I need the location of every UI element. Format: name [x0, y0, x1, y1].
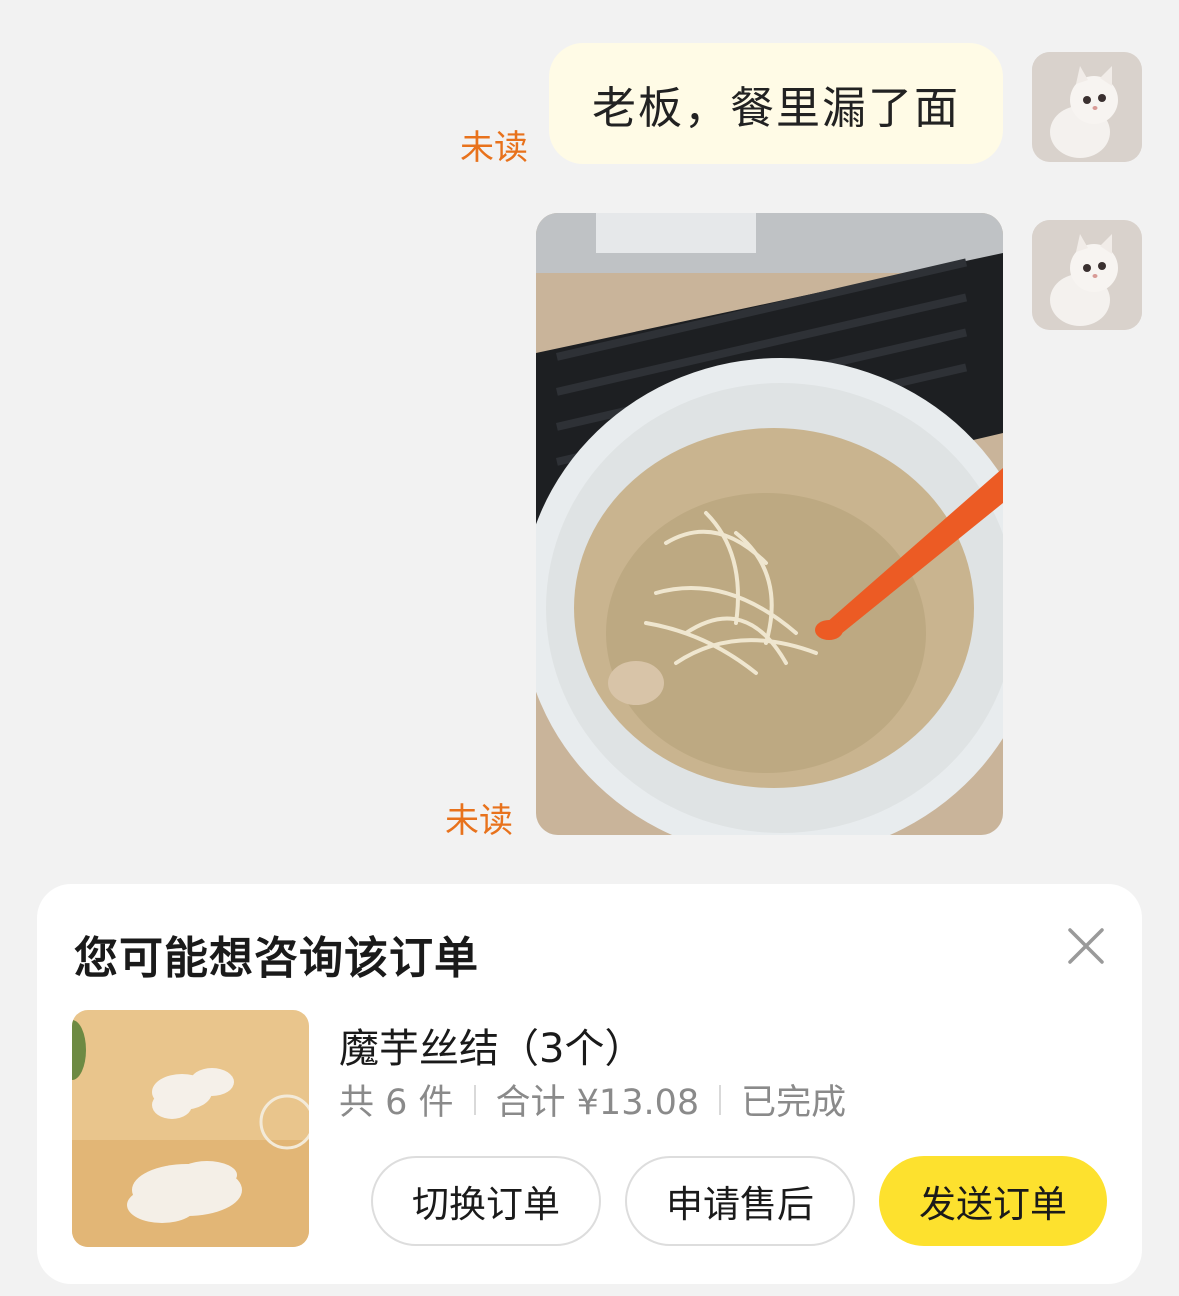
order-total: 合计 ¥13.08 — [495, 1083, 700, 1123]
user-avatar[interactable] — [1032, 52, 1142, 162]
message-photo[interactable] — [536, 213, 1003, 835]
cat-avatar-icon — [1032, 52, 1142, 162]
unread-status: 未读 — [460, 128, 528, 168]
message-bubble[interactable]: 老板，餐里漏了面 — [549, 43, 1003, 164]
soup-bowl-photo — [536, 213, 1003, 835]
cat-avatar-icon — [1032, 220, 1142, 330]
unread-status: 未读 — [445, 801, 513, 841]
item-count: 共 6 件 — [339, 1083, 454, 1123]
card-title: 您可能想咨询该订单 — [74, 933, 479, 984]
order-status: 已完成 — [741, 1083, 847, 1123]
switch-order-button[interactable]: 切换订单 — [371, 1156, 601, 1246]
product-name: 魔芋丝结（3个） — [339, 1026, 645, 1072]
divider — [473, 1084, 476, 1115]
divider — [719, 1084, 722, 1115]
user-avatar[interactable] — [1032, 220, 1142, 330]
send-order-button[interactable]: 发送订单 — [879, 1156, 1107, 1246]
order-meta: 共 6 件 合计 ¥13.08 已完成 — [339, 1074, 846, 1125]
after-sale-button[interactable]: 申请售后 — [625, 1156, 855, 1246]
product-thumbnail[interactable] — [72, 1010, 309, 1247]
order-suggestion-card: 您可能想咨询该订单 魔芋丝结（3个） 共 6 件 合计 ¥13.08 已完成 切… — [37, 884, 1142, 1284]
konjac-knot-image — [72, 1010, 309, 1247]
close-icon[interactable] — [1064, 924, 1108, 968]
